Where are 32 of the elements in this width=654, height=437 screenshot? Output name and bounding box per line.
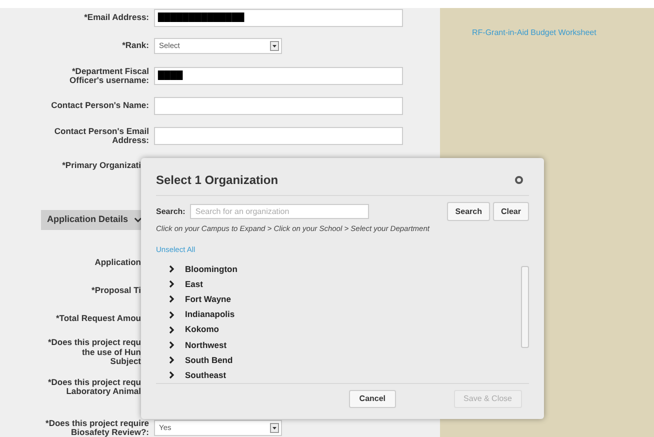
field-label: *Does this project requ Laboratory Animal bbox=[48, 378, 141, 396]
field-label: Contact Person's Name: bbox=[51, 101, 149, 111]
search-field[interactable]: Search for an organization bbox=[190, 204, 370, 219]
search-label: Search: bbox=[156, 206, 186, 218]
cancel-button[interactable]: Cancel bbox=[349, 390, 396, 408]
field-label: *Proposal Ti bbox=[92, 286, 141, 296]
field-label: Contact Person's Email Address: bbox=[54, 126, 149, 146]
search-button[interactable]: Search bbox=[447, 202, 490, 221]
field-label: *Does this project require Biosafety Review?: bbox=[46, 419, 149, 436]
field-label: *Does this project requ the use of Hun Subject bbox=[48, 338, 141, 366]
input-field[interactable] bbox=[154, 97, 403, 115]
tree-item[interactable]: Fort Wayne bbox=[166, 292, 231, 308]
field-label: *Primary Organizati bbox=[62, 161, 141, 171]
clear-button[interactable]: Clear bbox=[492, 202, 529, 221]
field-label: *Email Address: bbox=[84, 13, 149, 23]
tree-item[interactable]: South Bend bbox=[166, 352, 233, 368]
close-icon[interactable] bbox=[515, 176, 523, 184]
field-label: *Department Fiscal Officer's username: bbox=[70, 66, 149, 86]
tree-item[interactable]: Kokomo bbox=[166, 322, 219, 338]
field-label: *Rank: bbox=[122, 41, 149, 51]
input-field[interactable] bbox=[154, 127, 403, 145]
field-label: Application bbox=[94, 258, 141, 268]
scrollbar-thumb[interactable] bbox=[520, 266, 528, 348]
tree-item[interactable]: Bloomington bbox=[166, 262, 238, 277]
tree-item[interactable]: Southeast bbox=[166, 368, 226, 383]
input-field[interactable]: ██████████████ bbox=[154, 9, 403, 27]
input-field[interactable]: ████ bbox=[154, 67, 403, 85]
tree-item[interactable]: East bbox=[166, 276, 203, 292]
dialog-title: Select 1 Organization bbox=[156, 172, 278, 189]
field-label: *Total Request Amou bbox=[56, 314, 141, 324]
tree-item[interactable]: Indianapolis bbox=[166, 307, 235, 322]
tree-item[interactable]: Northwest bbox=[166, 337, 227, 353]
